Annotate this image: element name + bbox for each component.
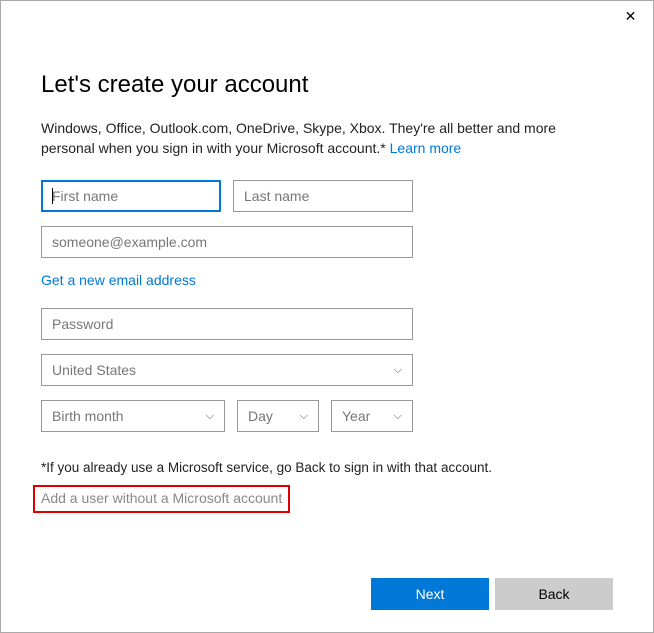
birth-year-select[interactable]: Year ⌵ [331, 400, 413, 432]
chevron-down-icon: ⌵ [206, 410, 214, 423]
new-email-link[interactable]: Get a new email address [41, 272, 196, 288]
content-area: Let's create your account Windows, Offic… [1, 31, 653, 513]
country-row: United States ⌵ [41, 354, 613, 386]
password-input[interactable]: Password [41, 308, 413, 340]
last-name-input[interactable]: Last name [233, 180, 413, 212]
footnote: *If you already use a Microsoft service,… [41, 460, 613, 475]
close-icon: ✕ [625, 8, 637, 25]
description-text: Windows, Office, Outlook.com, OneDrive, … [41, 120, 556, 156]
back-button[interactable]: Back [495, 578, 613, 610]
year-placeholder: Year [342, 408, 370, 424]
titlebar: ✕ [1, 1, 653, 31]
last-name-placeholder: Last name [244, 188, 309, 204]
birth-day-select[interactable]: Day ⌵ [237, 400, 319, 432]
learn-more-link[interactable]: Learn more [390, 140, 462, 156]
country-select[interactable]: United States ⌵ [41, 354, 413, 386]
email-input[interactable]: someone@example.com [41, 226, 413, 258]
day-placeholder: Day [248, 408, 273, 424]
chevron-down-icon: ⌵ [300, 410, 308, 423]
add-user-without-account-link[interactable]: Add a user without a Microsoft account [41, 490, 282, 506]
close-button[interactable]: ✕ [608, 1, 653, 31]
next-button[interactable]: Next [371, 578, 489, 610]
button-bar: Next Back [371, 578, 613, 610]
chevron-down-icon: ⌵ [394, 364, 402, 377]
first-name-placeholder: First name [52, 188, 118, 204]
first-name-input[interactable]: First name [41, 180, 221, 212]
email-placeholder: someone@example.com [52, 234, 207, 250]
dialog-window: ✕ Let's create your account Windows, Off… [0, 0, 654, 633]
description: Windows, Office, Outlook.com, OneDrive, … [41, 119, 613, 158]
page-title: Let's create your account [41, 71, 613, 99]
name-row: First name Last name [41, 180, 613, 212]
password-row: Password [41, 308, 613, 340]
new-email-row: Get a new email address [41, 272, 613, 290]
email-row: someone@example.com [41, 226, 613, 258]
country-value: United States [52, 362, 136, 378]
alt-link-highlight: Add a user without a Microsoft account [33, 485, 290, 513]
dob-row: Birth month ⌵ Day ⌵ Year ⌵ [41, 400, 613, 432]
password-placeholder: Password [52, 316, 113, 332]
birth-month-select[interactable]: Birth month ⌵ [41, 400, 225, 432]
birth-month-placeholder: Birth month [52, 408, 124, 424]
chevron-down-icon: ⌵ [394, 410, 402, 423]
